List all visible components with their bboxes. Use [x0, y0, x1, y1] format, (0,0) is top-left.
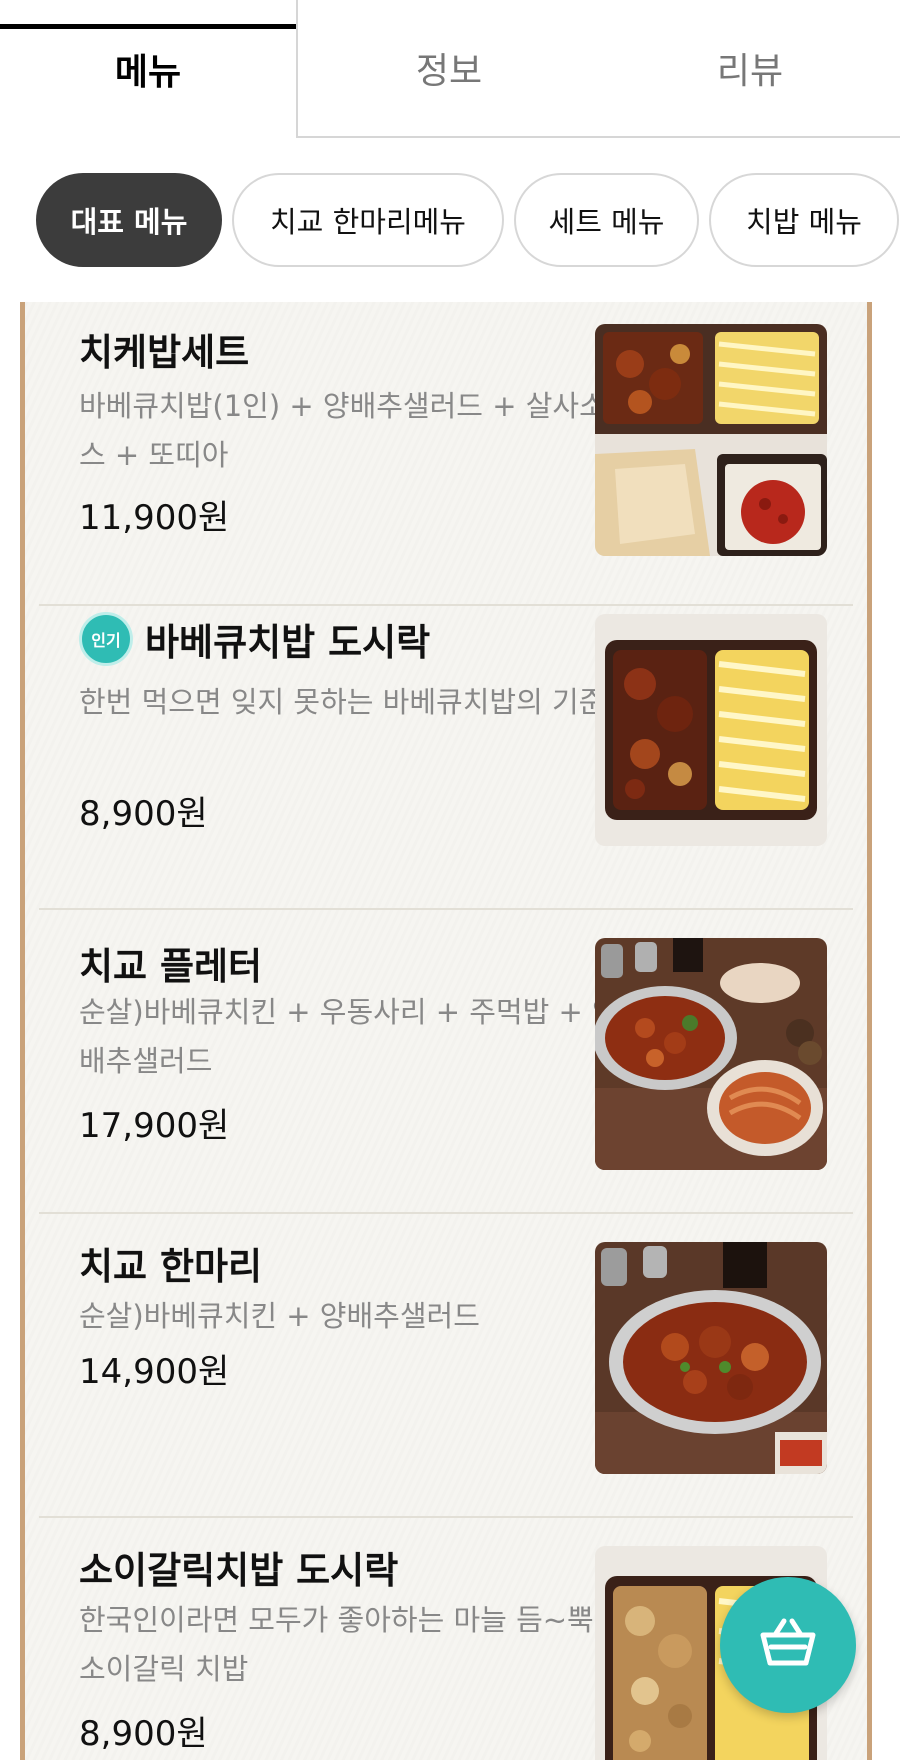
top-tab-bar: 메뉴 정보 리뷰: [0, 0, 900, 138]
menu-item-name-text: 바베큐치밥 도시락: [145, 621, 431, 664]
chip-label: 치교 한마리메뉴: [270, 205, 466, 239]
menu-item-price: 8,900원: [79, 794, 208, 834]
chip-set-menu[interactable]: 세트 메뉴: [514, 173, 699, 267]
lunchbox-icon: [595, 614, 827, 846]
chip-chibap-menu[interactable]: 치밥 메뉴: [709, 173, 899, 267]
menu-item-name: 치교 한마리: [79, 1236, 262, 1290]
menu-item-description: 순살)바베큐치킨 + 양배추샐러드: [79, 1299, 480, 1333]
chip-signature-menu[interactable]: 대표 메뉴: [36, 173, 222, 267]
menu-item-name-text: 치교 플레터: [79, 945, 263, 988]
category-chip-row: 대표 메뉴 치교 한마리메뉴 세트 메뉴 치밥 메뉴: [0, 172, 900, 268]
menu-item-description: 한국인이라면 모두가 좋아하는 마늘 듬~뿍 소이갈릭 치밥: [79, 1603, 594, 1686]
chip-whole-chicken-menu[interactable]: 치교 한마리메뉴: [232, 173, 504, 267]
tab-menu[interactable]: 메뉴: [0, 0, 298, 138]
menu-item[interactable]: 인기 바베큐치밥 도시락 한번 먹으면 잊지 못하는 바베큐치밥의 기준 8,9…: [39, 606, 853, 910]
chip-label: 치밥 메뉴: [746, 205, 862, 239]
tab-reviews-label: 리뷰: [716, 51, 784, 92]
menu-item-description: 한번 먹으면 잊지 못하는 바베큐치밥의 기준: [79, 685, 606, 719]
menu-item-price: 14,900원: [79, 1352, 230, 1392]
menu-item-name: 치케밥세트: [79, 322, 249, 376]
menu-item-name: 치교 플레터: [79, 936, 262, 990]
menu-item[interactable]: 치교 한마리 순살)바베큐치킨 + 양배추샐러드 14,900원: [39, 1214, 853, 1518]
cart-button[interactable]: [720, 1577, 856, 1713]
menu-item-description: 순살)바베큐치킨 + 우동사리 + 주먹밥 + 양배추샐러드: [79, 995, 619, 1078]
menu-item-price: 17,900원: [79, 1106, 230, 1146]
menu-item-price: 11,900원: [79, 498, 230, 538]
menu-item[interactable]: 치케밥세트 바베큐치밥(1인) + 양배추샐러드 + 살사소스 + 또띠아 11…: [39, 302, 853, 606]
menu-item-name: 소이갈릭치밥 도시락: [79, 1540, 398, 1594]
tab-reviews[interactable]: 리뷰: [600, 0, 900, 138]
tab-info[interactable]: 정보: [298, 0, 600, 138]
tab-menu-label: 메뉴: [114, 52, 182, 93]
menu-item-name-text: 소이갈릭치밥 도시락: [79, 1549, 399, 1592]
chip-label: 세트 메뉴: [548, 205, 665, 239]
menu-item-description: 바베큐치밥(1인) + 양배추샐러드 + 살사소스 + 또띠아: [79, 389, 606, 472]
menu-item-name: 인기 바베큐치밥 도시락: [79, 612, 430, 666]
menu-item-name-text: 치케밥세트: [79, 331, 250, 374]
set-box-icon: [595, 324, 827, 556]
menu-item-price: 8,900원: [79, 1714, 208, 1754]
platter-icon: [595, 938, 827, 1170]
popular-badge: 인기: [79, 612, 133, 666]
menu-list-panel: 치케밥세트 바베큐치밥(1인) + 양배추샐러드 + 살사소스 + 또띠아 11…: [20, 302, 872, 1760]
tab-info-label: 정보: [415, 51, 483, 92]
menu-item[interactable]: 치교 플레터 순살)바베큐치킨 + 우동사리 + 주먹밥 + 양배추샐러드 17…: [39, 910, 853, 1214]
chip-label: 대표 메뉴: [70, 205, 188, 239]
whole-chicken-icon: [595, 1242, 827, 1474]
basket-icon: [757, 1617, 819, 1673]
menu-item-name-text: 치교 한마리: [79, 1245, 263, 1288]
